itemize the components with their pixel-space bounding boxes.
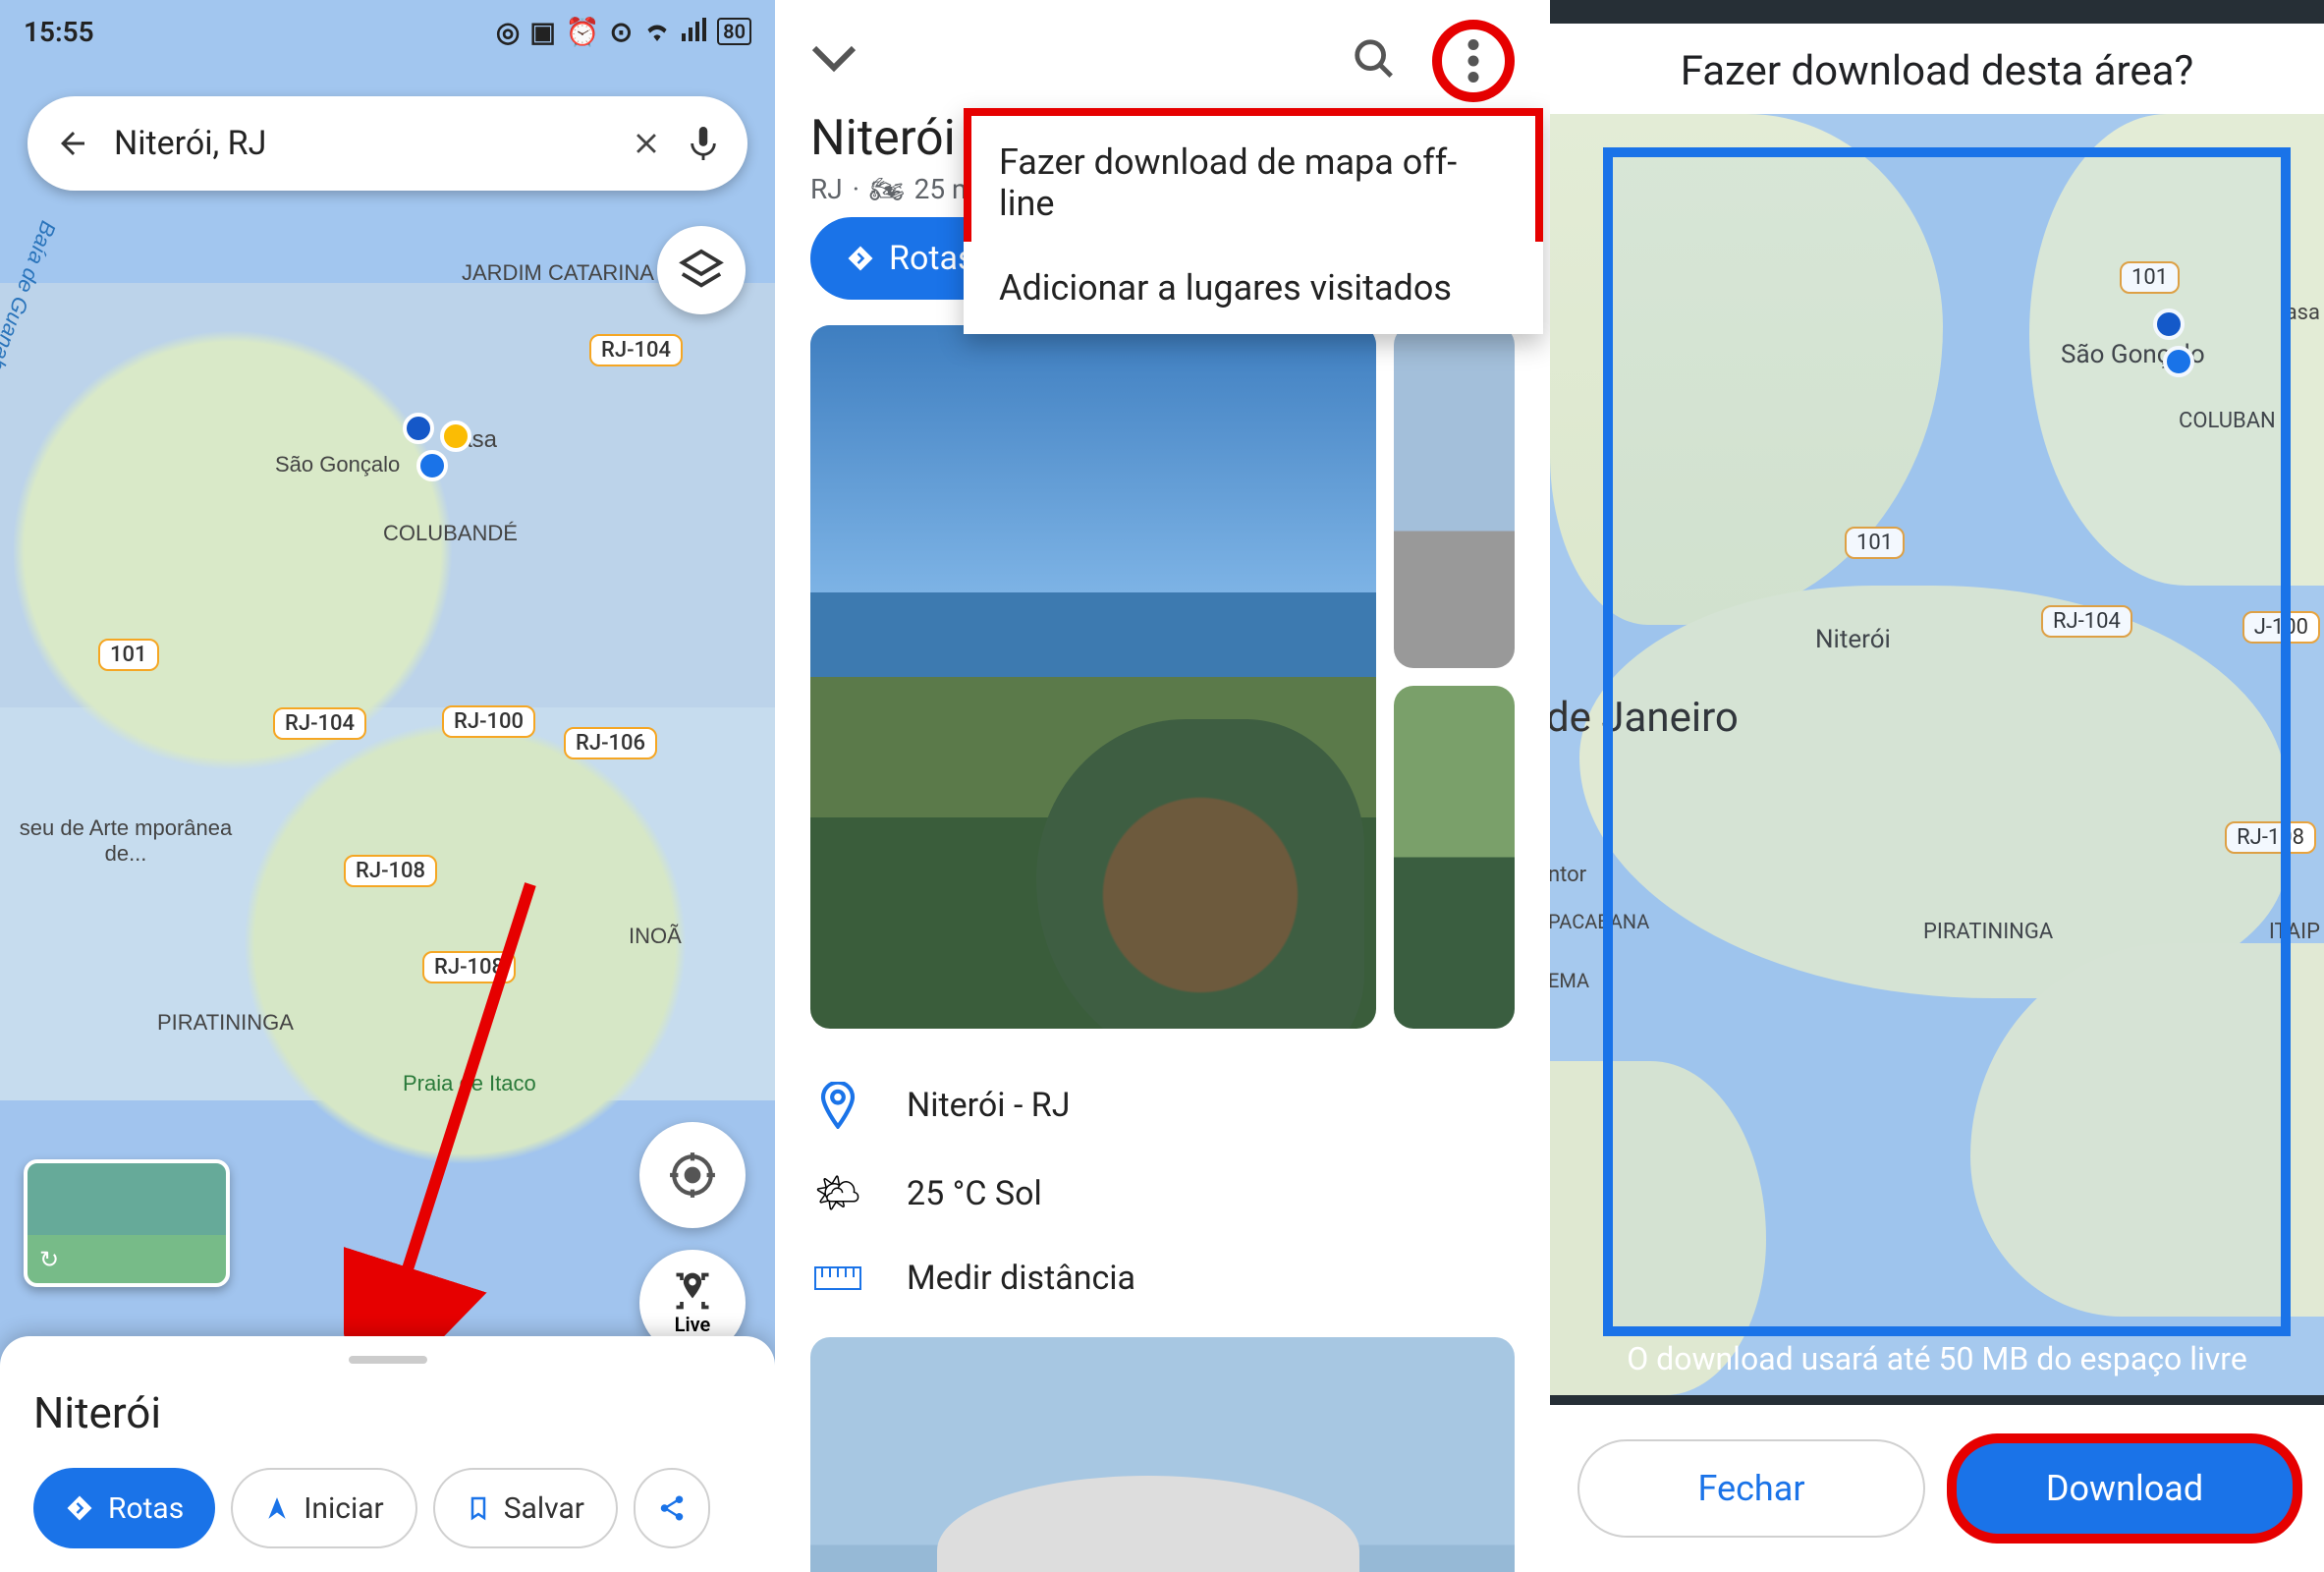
info-location-text: Niterói - RJ [907, 1086, 1071, 1125]
info-weather-text: 25 °C Sol [907, 1174, 1042, 1213]
status-bar: 15:55 ◎ ▣ ⏰ ⊙ 80 [0, 0, 775, 63]
p3-label-ntor: ntor [1550, 863, 1586, 887]
map-label-colubande: COLUBANDÉ [383, 521, 518, 546]
status-location-icon: ⊙ [610, 16, 633, 48]
p3-label-ema: EMA [1550, 969, 1589, 992]
action-chip-row: Rotas Iniciar Salvar [33, 1468, 742, 1548]
info-measure-row[interactable]: Medir distância [810, 1237, 1515, 1319]
status-ring-icon: ◎ [496, 16, 520, 48]
status-alarm-icon: ⏰ [566, 16, 600, 48]
photo-main[interactable] [810, 325, 1376, 1029]
download-actions: Fechar Download [1550, 1405, 2324, 1572]
ruler-icon [810, 1266, 865, 1290]
road-rj104b: RJ-104 [273, 707, 366, 740]
dot-separator: · [853, 173, 859, 205]
search-input[interactable]: Niterói, RJ [114, 124, 606, 163]
iniciar-label: Iniciar [304, 1491, 384, 1526]
back-arrow-icon[interactable] [55, 126, 90, 161]
salvar-label: Salvar [504, 1491, 584, 1526]
map-label-museu: seu de Arte mporânea de... [0, 815, 253, 867]
sheet-title: Niterói [33, 1387, 742, 1438]
download-map[interactable]: de Janeiro São Gonçalo COLUBAN Niterói P… [1550, 114, 2324, 1395]
rotas-chip[interactable]: Rotas [33, 1468, 215, 1548]
search-icon[interactable] [1352, 36, 1397, 85]
info-weather-row[interactable]: 🌤 25 °C Sol [810, 1151, 1515, 1237]
status-time: 15:55 [24, 16, 94, 48]
pin-icon [810, 1082, 865, 1129]
status-signal-icon [682, 16, 707, 48]
panel-map-search: 15:55 ◎ ▣ ⏰ ⊙ 80 Niterói, RJ Ba [0, 0, 775, 1572]
place-bottom-sheet[interactable]: Niterói Rotas Iniciar Salvar [0, 1336, 775, 1572]
road-rj106: RJ-106 [564, 727, 657, 759]
share-chip[interactable] [634, 1468, 710, 1548]
map-label-jardim: JARDIM CATARINA [462, 260, 654, 286]
photo-gallery [775, 300, 1550, 1029]
collapse-chevron-icon[interactable] [810, 33, 858, 89]
map-label-inoa: INOÃ [629, 924, 682, 949]
sun-icon: 🌤 [810, 1172, 865, 1215]
status-icons: ◎ ▣ ⏰ ⊙ 80 [496, 16, 751, 48]
marker-star-icon[interactable] [440, 421, 471, 452]
photo-wide[interactable] [810, 1337, 1515, 1572]
road-rj104a: RJ-104 [589, 334, 683, 366]
download-selection-rect[interactable] [1603, 147, 2291, 1336]
streetview-thumbnail[interactable]: ↻ [24, 1159, 230, 1287]
download-map-container: de Janeiro São Gonçalo COLUBAN Niterói P… [1550, 114, 2324, 1395]
salvar-chip[interactable]: Salvar [433, 1468, 618, 1548]
marker-location-icon[interactable] [416, 450, 448, 481]
status-battery-icon: 80 [717, 18, 751, 45]
rotas-label: Rotas [889, 239, 975, 278]
map-label-piratininga: PIRATININGA [157, 1010, 294, 1036]
photo-side-1[interactable] [1394, 325, 1515, 668]
overflow-menu: Fazer download de mapa off-line Adiciona… [964, 108, 1543, 334]
place-state: RJ [810, 173, 843, 205]
info-measure-text: Medir distância [907, 1259, 1135, 1298]
sheet-grabber[interactable] [349, 1356, 427, 1364]
clear-icon[interactable] [630, 127, 663, 160]
road-rj100: RJ-100 [442, 705, 535, 738]
iniciar-chip[interactable]: Iniciar [231, 1468, 417, 1548]
panel-download-area: Fazer download desta área? de Janeiro Sã… [1550, 0, 2324, 1572]
streetview-icon: ↻ [39, 1246, 59, 1273]
details-top-bar [775, 0, 1550, 102]
motorcycle-icon: 🏍 [869, 173, 905, 205]
info-location-row[interactable]: Niterói - RJ [810, 1060, 1515, 1151]
live-label: Live [675, 1313, 711, 1336]
menu-add-visited[interactable]: Adicionar a lugares visitados [964, 242, 1543, 334]
more-menu-button[interactable] [1432, 20, 1515, 102]
mic-icon[interactable] [687, 124, 720, 163]
road-101a: 101 [98, 639, 159, 671]
my-location-button[interactable] [639, 1122, 746, 1228]
menu-download-offline[interactable]: Fazer download de mapa off-line [971, 116, 1535, 250]
close-button[interactable]: Fechar [1577, 1439, 1925, 1538]
panel-place-details: Niterói RJ · 🏍 25 m Rotas Fazer download… [775, 0, 1550, 1572]
map-label-sao-goncalo: São Gonçalo [275, 452, 400, 477]
status-square-icon: ▣ [529, 16, 555, 48]
status-wifi-icon [642, 16, 672, 48]
download-button[interactable]: Download [1953, 1439, 2296, 1538]
download-size-hint: O download usará até 50 MB do espaço liv… [1550, 1340, 2324, 1377]
rotas-label: Rotas [108, 1491, 184, 1526]
marker-home-icon[interactable] [403, 413, 434, 444]
info-list: Niterói - RJ 🌤 25 °C Sol Medir distância [775, 1029, 1550, 1319]
photo-side-2[interactable] [1394, 686, 1515, 1029]
layers-button[interactable] [657, 226, 746, 314]
search-bar[interactable]: Niterói, RJ [28, 96, 747, 191]
